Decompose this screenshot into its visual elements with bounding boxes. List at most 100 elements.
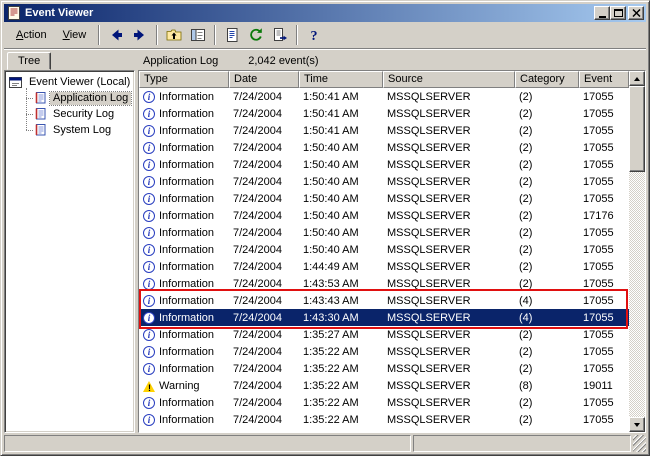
event-row[interactable]: i Information 7/24/2004 1:35:22 AM MSSQLSERV… (139, 394, 629, 411)
cell-type: i Information (139, 139, 229, 156)
event-row[interactable]: i Information 7/24/2004 1:50:40 AM MSSQLSERV… (139, 241, 629, 258)
cell-time: 1:43:43 AM (303, 294, 359, 307)
tree-item-label: System Log (53, 123, 112, 136)
column-header-time[interactable]: Time (299, 71, 383, 88)
column-header-category[interactable]: Category (515, 71, 579, 88)
title-bar[interactable]: Event Viewer (4, 4, 646, 22)
vertical-scrollbar[interactable] (629, 71, 645, 432)
event-row[interactable]: i Information 7/24/2004 1:35:22 AM MSSQLSERV… (139, 343, 629, 360)
event-row[interactable]: i Information 7/24/2004 1:50:40 AM MSSQLSERV… (139, 224, 629, 241)
minimize-button[interactable] (594, 6, 610, 20)
tree-item-security-log[interactable]: Security Log (20, 106, 133, 122)
cell-category: (2) (519, 328, 533, 341)
cell-date: 7/24/2004 (233, 413, 282, 426)
cell-source: MSSQLSERVER (387, 294, 471, 307)
cell-source: MSSQLSERVER (387, 124, 471, 137)
cell-type: i Information (139, 411, 229, 428)
event-row[interactable]: i Information 7/24/2004 1:50:40 AM MSSQLSERV… (139, 139, 629, 156)
information-icon: i (143, 277, 155, 290)
tree-root-label: Event Viewer (Local) (29, 75, 131, 88)
information-icon: i (143, 107, 155, 120)
refresh-button[interactable] (244, 24, 268, 46)
cell-date: 7/24/2004 (233, 158, 282, 171)
properties-button[interactable] (220, 24, 244, 46)
cell-event: 17055 (583, 107, 614, 120)
column-header-type[interactable]: Type (139, 71, 229, 88)
resize-grip[interactable] (633, 435, 646, 452)
close-button[interactable] (628, 6, 644, 20)
cell-source: MSSQLSERVER (387, 141, 471, 154)
cell-source: MSSQLSERVER (387, 243, 471, 256)
event-row[interactable]: i Information 7/24/2004 1:43:30 AM MSSQLSERV… (139, 309, 629, 326)
help-icon: ? (306, 27, 322, 43)
event-row[interactable]: i Information 7/24/2004 1:50:41 AM MSSQLSERV… (139, 122, 629, 139)
cell-type: i Information (139, 156, 229, 173)
cell-date: 7/24/2004 (233, 175, 282, 188)
log-icon (35, 108, 46, 120)
cell-date: 7/24/2004 (233, 362, 282, 375)
column-header-event[interactable]: Event (579, 71, 629, 88)
event-row[interactable]: i Information 7/24/2004 1:35:22 AM MSSQLSERV… (139, 411, 629, 428)
event-row[interactable]: i Information 7/24/2004 1:35:22 AM MSSQLSERV… (139, 360, 629, 377)
information-icon: i (143, 396, 155, 409)
menu-action[interactable]: Action (8, 26, 55, 44)
cell-event: 17055 (583, 243, 614, 256)
tree-item-application-log[interactable]: Application Log (20, 90, 133, 106)
scrollbar-thumb[interactable] (629, 86, 645, 172)
event-row[interactable]: i Information 7/24/2004 1:50:40 AM MSSQLSERV… (139, 173, 629, 190)
event-list-pane: Type Date Time Source Category Event i Informa… (138, 70, 646, 433)
information-icon: i (143, 124, 155, 137)
cell-category: (2) (519, 345, 533, 358)
event-row[interactable]: i Information 7/24/2004 1:43:43 AM MSSQLSERV… (139, 292, 629, 309)
cell-time: 1:35:27 AM (303, 328, 359, 341)
cell-time: 1:35:22 AM (303, 362, 359, 375)
cell-type: Warning (139, 377, 229, 394)
tree-item-system-log[interactable]: System Log (20, 122, 133, 138)
event-viewer-window: Event Viewer Action View ? Tree Applicati… (0, 0, 650, 456)
window-title: Event Viewer (25, 7, 94, 19)
maximize-icon (613, 9, 623, 17)
scroll-down-button[interactable] (629, 417, 645, 432)
show-hide-tree-button[interactable] (186, 24, 210, 46)
up-one-level-icon (166, 27, 182, 43)
tab-tree[interactable]: Tree (7, 52, 52, 70)
column-header-date[interactable]: Date (229, 71, 299, 88)
forward-button[interactable] (128, 24, 152, 46)
cell-source: MSSQLSERVER (387, 362, 471, 375)
cell-date: 7/24/2004 (233, 379, 282, 392)
cell-time: 1:50:40 AM (303, 192, 359, 205)
minimize-icon (598, 15, 606, 18)
menu-view[interactable]: View (55, 26, 95, 44)
cell-event: 17055 (583, 311, 614, 324)
cell-event: 17055 (583, 192, 614, 205)
cell-type: i Information (139, 207, 229, 224)
cell-type: i Information (139, 275, 229, 292)
scroll-up-button[interactable] (629, 71, 645, 86)
event-row[interactable]: i Information 7/24/2004 1:35:27 AM MSSQLSERV… (139, 326, 629, 343)
cell-event: 17055 (583, 141, 614, 154)
column-header-source[interactable]: Source (383, 71, 515, 88)
cell-category: (4) (519, 311, 533, 324)
console-tree-pane: Event Viewer (Local) Application Log Secu… (4, 70, 135, 433)
help-button[interactable]: ? (302, 24, 326, 46)
cell-type: i Information (139, 258, 229, 275)
event-row[interactable]: i Information 7/24/2004 1:43:53 AM MSSQLSERV… (139, 275, 629, 292)
event-row[interactable]: i Information 7/24/2004 1:50:40 AM MSSQLSERV… (139, 156, 629, 173)
up-one-level-button[interactable] (162, 24, 186, 46)
cell-event: 17055 (583, 158, 614, 171)
status-panel-right (413, 435, 631, 452)
event-row[interactable]: i Information 7/24/2004 1:50:40 AM MSSQLSERV… (139, 190, 629, 207)
cell-source: MSSQLSERVER (387, 396, 471, 409)
event-row[interactable]: Warning 7/24/2004 1:35:22 AM MSSQLSERVER (8)… (139, 377, 629, 394)
event-viewer-root-icon (9, 76, 22, 88)
back-button[interactable] (104, 24, 128, 46)
information-icon: i (143, 243, 155, 256)
maximize-button[interactable] (610, 6, 626, 20)
event-row[interactable]: i Information 7/24/2004 1:50:41 AM MSSQLSERV… (139, 105, 629, 122)
event-row[interactable]: i Information 7/24/2004 1:50:41 AM MSSQLSERV… (139, 88, 629, 105)
event-row[interactable]: i Information 7/24/2004 1:50:40 AM MSSQLSERV… (139, 207, 629, 224)
cell-event: 17055 (583, 328, 614, 341)
event-row[interactable]: i Information 7/24/2004 1:44:49 AM MSSQLSERV… (139, 258, 629, 275)
export-list-button[interactable] (268, 24, 292, 46)
scrollbar-track[interactable] (629, 86, 645, 417)
